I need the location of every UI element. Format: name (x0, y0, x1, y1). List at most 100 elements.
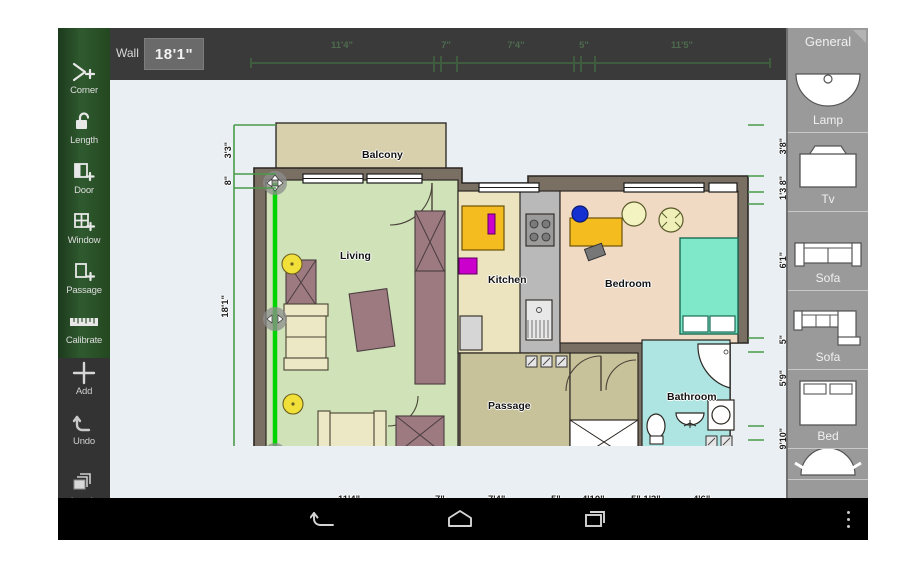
tool-add[interactable]: Add (58, 354, 110, 404)
bedroom-marker (571, 205, 589, 223)
top-ruler-label: 11'4" (330, 40, 354, 51)
library-item-sofa-corner[interactable]: Sofa (788, 291, 868, 370)
passage-add-icon (72, 260, 96, 284)
library-item-table-round[interactable] (788, 449, 868, 480)
dimensions-bottom (256, 468, 748, 496)
library-item-lamp[interactable]: Lamp (788, 54, 868, 133)
tool-door[interactable]: Door (58, 153, 110, 203)
library-item-sofa-straight-label: Sofa (815, 271, 841, 285)
library-item-tv-label: Tv (821, 192, 835, 206)
room-label-passage: Passage (488, 400, 531, 412)
table-round-thumb (788, 449, 868, 477)
top-toolbar: Wall 18'1" 11'4" 7" 7'4" 5" 11'5" (110, 28, 816, 80)
library-item-bed[interactable]: Bed (788, 370, 868, 449)
tool-undo-label: Undo (73, 436, 95, 447)
tool-calibrate[interactable]: Calibrate (58, 303, 110, 353)
tool-door-label: Door (74, 185, 94, 196)
tool-window[interactable]: Window (58, 203, 110, 253)
sofa-straight-thumb (788, 212, 868, 270)
wall-length-input[interactable]: 18'1" (144, 38, 204, 70)
layers-icon (71, 471, 97, 495)
wall-handle-mid (263, 307, 287, 331)
door-entry-arc (480, 466, 510, 496)
kitchen-fridge (459, 315, 483, 351)
tool-calibrate-label: Calibrate (65, 335, 103, 346)
window-add-icon (72, 210, 96, 234)
library-item-sofa-corner-label: Sofa (815, 350, 841, 364)
top-ruler-end-right (769, 58, 771, 68)
dim-left-1: 3'3" (223, 142, 233, 159)
back-arrow-icon[interactable] (304, 506, 344, 532)
tool-length-label: Length (70, 135, 98, 146)
recents-icon[interactable] (576, 506, 616, 532)
room-label-living: Living (340, 250, 371, 262)
tool-length[interactable]: Length (58, 103, 110, 153)
device-screen: Corner Length Door Window Passage Calibr… (58, 28, 868, 540)
room-label-balcony: Balcony (362, 149, 403, 161)
top-ruler-tick (580, 56, 582, 72)
dim-left-2: 8" (223, 176, 233, 186)
furniture-sofa-horizontal (317, 410, 387, 446)
bedroom-lamp (658, 207, 684, 233)
door-add-icon (72, 160, 96, 184)
top-ruler-tick (440, 56, 442, 72)
library-header: General (788, 28, 868, 54)
home-icon[interactable] (440, 506, 480, 532)
top-ruler-tick (433, 56, 435, 72)
library-item-sofa-straight[interactable]: Sofa (788, 212, 868, 291)
corner-add-icon (71, 60, 97, 84)
furniture-rug (348, 288, 396, 352)
object-library-panel[interactable]: General Lamp Tv Sofa Sofa Bed (786, 28, 868, 498)
furniture-cabinet (414, 270, 446, 385)
bedroom-lamp (621, 201, 647, 227)
padlock-open-icon (73, 110, 95, 134)
lamp-thumb (788, 54, 868, 112)
top-ruler-tick (573, 56, 575, 72)
library-header-label: General (804, 33, 852, 49)
tool-passage-label: Passage (66, 285, 102, 296)
top-ruler-end-left (250, 58, 252, 68)
top-ruler-label: 5" (579, 40, 589, 51)
tool-window-label: Window (67, 235, 101, 246)
room-label-bathroom: Bathroom (667, 391, 717, 403)
undo-arrow-icon (72, 411, 96, 435)
kitchen-table (461, 205, 505, 251)
bathroom-toilet (646, 413, 666, 439)
floorplan-svg (233, 122, 764, 496)
furniture-sofa-vertical (283, 303, 329, 371)
top-ruler-tick (594, 56, 596, 72)
top-ruler-label: 7'4" (507, 40, 525, 51)
library-item-lamp-label: Lamp (812, 113, 844, 127)
tool-corner-label: Corner (70, 85, 98, 96)
overflow-menu-icon[interactable] (847, 509, 850, 530)
kitchen-stove (525, 213, 555, 247)
tool-undo[interactable]: Undo (58, 404, 110, 454)
tool-add-label: Add (75, 386, 93, 397)
bed-thumb (788, 370, 868, 428)
app-root: Corner Length Door Window Passage Calibr… (0, 0, 909, 573)
top-ruler[interactable]: 11'4" 7" 7'4" 5" 11'5" (250, 32, 771, 76)
left-toolbar: Corner Length Door Window Passage Calibr… (58, 28, 110, 507)
kitchen-chair (458, 257, 478, 275)
room-label-kitchen: Kitchen (488, 274, 527, 286)
top-ruler-label: 11'5" (670, 40, 694, 51)
top-ruler-line (250, 62, 770, 64)
dimensions-right (748, 124, 764, 441)
room-passage-hall (569, 352, 639, 446)
android-navbar (58, 498, 868, 540)
floorplan-canvas[interactable]: Balcony Living Kitchen Bedroom Passage B… (110, 80, 816, 498)
plus-icon (71, 361, 97, 385)
library-item-bed-label: Bed (817, 429, 839, 443)
wall-label: Wall (116, 46, 139, 60)
dim-left-3: 18'1" (220, 295, 231, 318)
tv-thumb (788, 133, 868, 191)
tool-corner[interactable]: Corner (58, 53, 110, 103)
sofa-corner-thumb (788, 291, 868, 349)
top-ruler-label: 7" (441, 40, 451, 51)
room-label-bedroom: Bedroom (605, 278, 652, 290)
wall-handle-bottom (267, 443, 283, 446)
library-item-tv[interactable]: Tv (788, 133, 868, 212)
top-ruler-tick (456, 56, 458, 72)
panel-resize-corner-icon[interactable] (853, 30, 866, 43)
tool-passage[interactable]: Passage (58, 253, 110, 303)
